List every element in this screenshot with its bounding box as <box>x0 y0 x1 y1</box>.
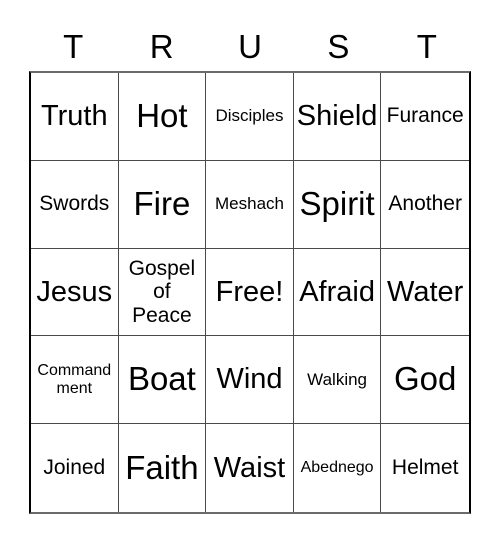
bingo-cell[interactable]: Abednego <box>293 424 382 512</box>
bingo-cell[interactable]: Walking <box>293 336 382 425</box>
bingo-cell[interactable]: Faith <box>118 424 207 512</box>
bingo-cell[interactable]: Hot <box>118 73 207 161</box>
bingo-cell-label: Shield <box>296 100 378 133</box>
bingo-cell[interactable]: Meshach <box>206 160 294 249</box>
bingo-cell-label: Furance <box>386 104 464 128</box>
bingo-card: T R U S T Truth Hot Disciples Shield Fur… <box>0 0 500 544</box>
bingo-cell[interactable]: Water <box>381 248 469 337</box>
bingo-header-letter-4: S <box>327 27 350 65</box>
bingo-cell-label: Hot <box>136 96 188 134</box>
bingo-cell[interactable]: Wind <box>206 336 294 425</box>
bingo-cell[interactable]: Furance <box>381 73 469 161</box>
bingo-cell[interactable]: God <box>381 336 469 425</box>
bingo-cell[interactable]: Fire <box>118 160 207 249</box>
bingo-cell-label: Helmet <box>391 455 459 479</box>
bingo-cell-label: Jesus <box>36 275 113 308</box>
bingo-cell-label: Waist <box>213 451 286 484</box>
bingo-grid: Truth Hot Disciples Shield Furance Sword… <box>29 71 471 514</box>
bingo-cell-label: God <box>394 360 457 398</box>
bingo-cell-label: Faith <box>125 448 199 486</box>
bingo-cell[interactable]: Gospel of Peace <box>118 248 207 337</box>
bingo-cell-label: Swords <box>39 192 110 216</box>
bingo-cell-label: Free! <box>215 275 284 308</box>
bingo-cell[interactable]: Free! <box>206 248 294 337</box>
bingo-cell-label: Boat <box>127 360 196 398</box>
bingo-cell-label: Spirit <box>299 184 375 222</box>
bingo-cell[interactable]: Another <box>381 160 469 249</box>
bingo-cell[interactable]: Spirit <box>293 160 382 249</box>
bingo-header-letter-3: U <box>238 27 262 65</box>
bingo-cell-label: Joined <box>43 455 106 479</box>
bingo-cell-label: Gospel of Peace <box>128 256 196 327</box>
bingo-cell[interactable]: Commandment <box>31 336 119 425</box>
bingo-cell[interactable]: Joined <box>31 424 119 512</box>
bingo-cell-label: Fire <box>133 184 191 222</box>
bingo-header-row: T R U S T <box>29 22 471 70</box>
bingo-cell-label: Wind <box>216 363 283 396</box>
bingo-header-letter-2: R <box>149 27 174 65</box>
bingo-cell[interactable]: Truth <box>31 73 119 161</box>
bingo-cell-label: Water <box>387 275 464 308</box>
bingo-header-letter-1: T <box>63 27 84 65</box>
bingo-cell-label: Disciples <box>215 106 284 126</box>
bingo-cell[interactable]: Boat <box>118 336 207 425</box>
bingo-cell-label: Truth <box>40 100 108 133</box>
bingo-cell[interactable]: Disciples <box>206 73 294 161</box>
bingo-cell-label: Afraid <box>299 275 375 308</box>
bingo-cell-label: Meshach <box>215 194 284 214</box>
bingo-cell[interactable]: Jesus <box>31 248 119 337</box>
bingo-cell[interactable]: Afraid <box>293 248 382 337</box>
bingo-cell-label: Commandment <box>37 361 112 397</box>
bingo-cell[interactable]: Shield <box>293 73 382 161</box>
bingo-cell[interactable]: Swords <box>31 160 119 249</box>
bingo-cell[interactable]: Helmet <box>381 424 469 512</box>
bingo-cell[interactable]: Waist <box>206 424 294 512</box>
bingo-cell-label: Another <box>388 192 462 216</box>
bingo-cell-label: Abednego <box>300 458 374 476</box>
bingo-header-letter-5: T <box>416 27 437 65</box>
bingo-cell-label: Walking <box>307 369 368 389</box>
